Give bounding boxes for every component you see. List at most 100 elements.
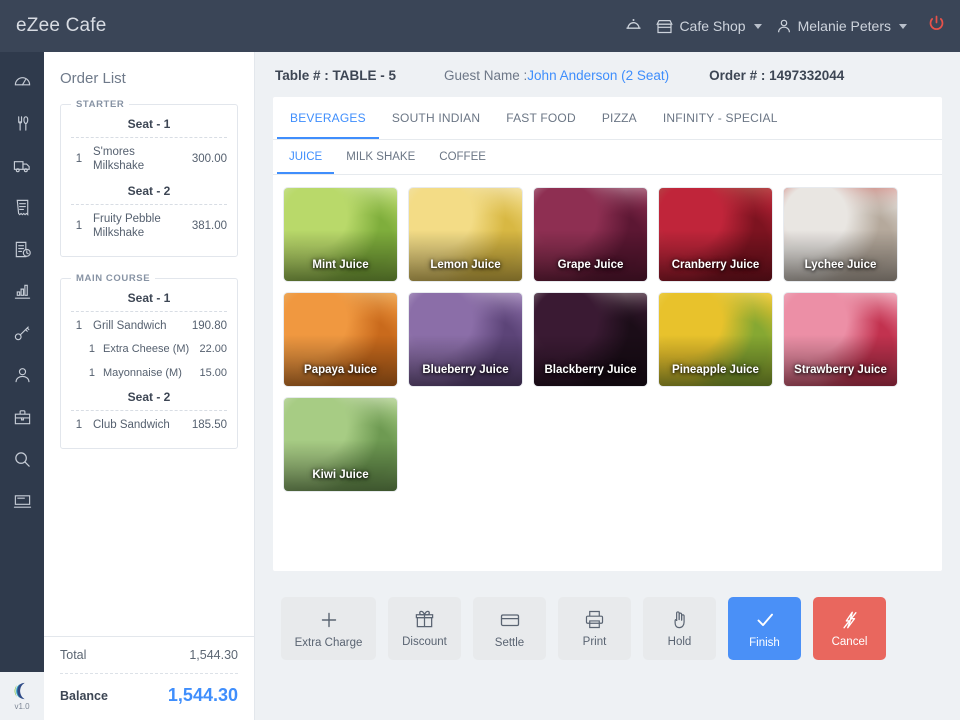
sidebar-item-bills[interactable] — [0, 186, 44, 228]
sidebar-item-reports[interactable] — [0, 270, 44, 312]
subcategory-tabs: JUICEMILK SHAKECOFFEE — [273, 140, 942, 175]
balance-label: Balance — [60, 689, 108, 703]
settle-button[interactable]: Settle — [473, 597, 546, 660]
shop-icon — [656, 19, 673, 34]
brand-logo-icon — [11, 681, 33, 701]
product-name: Kiwi Juice — [284, 469, 397, 491]
outlet-name: Cafe Shop — [679, 18, 745, 34]
finish-label: Finish — [749, 637, 780, 649]
sidebar-item-restaurant[interactable] — [0, 102, 44, 144]
print-button[interactable]: Print — [558, 597, 631, 660]
left-icon-rail: v1.0 — [0, 52, 44, 720]
gift-icon — [414, 609, 435, 630]
subtab-coffee[interactable]: COFFEE — [427, 140, 498, 174]
tab-fast-food[interactable]: FAST FOOD — [493, 97, 589, 139]
line-amount: 22.00 — [199, 343, 227, 357]
discount-button[interactable]: Discount — [388, 597, 461, 660]
guest-name-label: Guest Name : — [444, 68, 527, 83]
subtab-milk-shake[interactable]: MILK SHAKE — [334, 140, 427, 174]
hand-icon — [669, 609, 690, 630]
sidebar-item-search[interactable] — [0, 438, 44, 480]
seat-header: Seat - 2 — [71, 179, 227, 205]
order-line-item[interactable]: 1 Mayonnaise (M) 15.00 — [71, 362, 227, 386]
tab-pizza[interactable]: PIZZA — [589, 97, 650, 139]
product-tile[interactable]: Lemon Juice — [408, 187, 523, 282]
finish-button[interactable]: Finish — [728, 597, 801, 660]
line-name: Fruity Pebble Milkshake — [87, 212, 192, 241]
check-icon — [754, 609, 776, 631]
line-name: Grill Sandwich — [87, 319, 192, 333]
extra-charge-button[interactable]: Extra Charge — [281, 597, 376, 660]
order-line-item[interactable]: 1 Club Sandwich 185.50 — [71, 413, 227, 437]
tab-beverages[interactable]: BEVERAGES — [277, 97, 379, 139]
cloche-icon[interactable] — [625, 16, 642, 36]
product-tile[interactable]: Kiwi Juice — [283, 397, 398, 492]
product-name: Mint Juice — [284, 259, 397, 281]
power-icon[interactable] — [927, 14, 946, 38]
course-label: STARTER — [71, 99, 129, 110]
menu-panel: BEVERAGESSOUTH INDIANFAST FOODPIZZAINFIN… — [273, 97, 942, 571]
product-name: Blackberry Juice — [534, 364, 647, 386]
total-value: 1,544.30 — [189, 648, 238, 662]
bolt-icon — [840, 610, 860, 630]
product-tile[interactable]: Blackberry Juice — [533, 292, 648, 387]
product-tile[interactable]: Mint Juice — [283, 187, 398, 282]
cancel-button[interactable]: Cancel — [813, 597, 886, 660]
product-name: Blueberry Juice — [409, 364, 522, 386]
line-qty: 1 — [71, 319, 87, 333]
sidebar-item-dashboard[interactable] — [0, 60, 44, 102]
line-qty: 1 — [71, 219, 87, 233]
outlet-selector[interactable]: Cafe Shop — [656, 18, 761, 34]
line-name: S'mores Milkshake — [87, 145, 192, 174]
total-label: Total — [60, 648, 86, 662]
course-label: MAIN COURSE — [71, 273, 155, 284]
order-line-item[interactable]: 1 Grill Sandwich 190.80 — [71, 314, 227, 338]
product-tile[interactable]: Pineapple Juice — [658, 292, 773, 387]
tab-south-indian[interactable]: SOUTH INDIAN — [379, 97, 493, 139]
line-qty: 1 — [71, 367, 95, 381]
print-label: Print — [583, 636, 607, 648]
product-name: Cranberry Juice — [659, 259, 772, 281]
product-tile[interactable]: Lychee Juice — [783, 187, 898, 282]
product-tile[interactable]: Strawberry Juice — [783, 292, 898, 387]
subtab-juice[interactable]: JUICE — [277, 140, 334, 174]
product-tile[interactable]: Grape Juice — [533, 187, 648, 282]
sidebar-item-customers[interactable] — [0, 354, 44, 396]
product-tile[interactable]: Cranberry Juice — [658, 187, 773, 282]
tab-infinity-special[interactable]: INFINITY - SPECIAL — [650, 97, 791, 139]
sidebar-item-inventory[interactable] — [0, 396, 44, 438]
line-name: Extra Cheese (M) — [95, 343, 199, 357]
product-grid: Mint Juice Lemon Juice Grape Juice Cranb… — [273, 175, 942, 571]
product-tile[interactable]: Papaya Juice — [283, 292, 398, 387]
sidebar-item-display[interactable] — [0, 480, 44, 522]
action-button-bar: Extra Charge Discount Settle Print Hold … — [273, 571, 942, 660]
product-name: Papaya Juice — [284, 364, 397, 386]
sidebar-item-delivery[interactable] — [0, 144, 44, 186]
total-row: Total 1,544.30 — [60, 637, 238, 674]
sidebar-item-order-history[interactable] — [0, 228, 44, 270]
line-qty: 1 — [71, 343, 95, 357]
guest-name-value[interactable]: John Anderson (2 Seat) — [527, 68, 669, 83]
hold-label: Hold — [668, 636, 692, 648]
seat-header: Seat - 1 — [71, 286, 227, 312]
order-line-item[interactable]: 1 Extra Cheese (M) 22.00 — [71, 338, 227, 362]
product-tile[interactable]: Blueberry Juice — [408, 292, 523, 387]
line-amount: 300.00 — [192, 152, 227, 166]
printer-icon — [584, 609, 605, 630]
sidebar-item-permissions[interactable] — [0, 312, 44, 354]
user-menu[interactable]: Melanie Peters — [776, 18, 907, 34]
line-amount: 381.00 — [192, 219, 227, 233]
version-label: v1.0 — [14, 702, 29, 711]
hold-button[interactable]: Hold — [643, 597, 716, 660]
extra-charge-label: Extra Charge — [295, 637, 363, 649]
order-line-item[interactable]: 1 S'mores Milkshake 300.00 — [71, 140, 227, 179]
order-line-item[interactable]: 1 Fruity Pebble Milkshake 381.00 — [71, 207, 227, 246]
course-group: STARTER Seat - 1 1 S'mores Milkshake 300… — [60, 99, 238, 257]
line-qty: 1 — [71, 152, 87, 166]
product-name: Strawberry Juice — [784, 364, 897, 386]
product-name: Lemon Juice — [409, 259, 522, 281]
line-name: Mayonnaise (M) — [95, 367, 199, 381]
order-list-scroll[interactable]: STARTER Seat - 1 1 S'mores Milkshake 300… — [44, 99, 254, 636]
card-icon — [499, 609, 521, 631]
plus-icon — [318, 609, 340, 631]
